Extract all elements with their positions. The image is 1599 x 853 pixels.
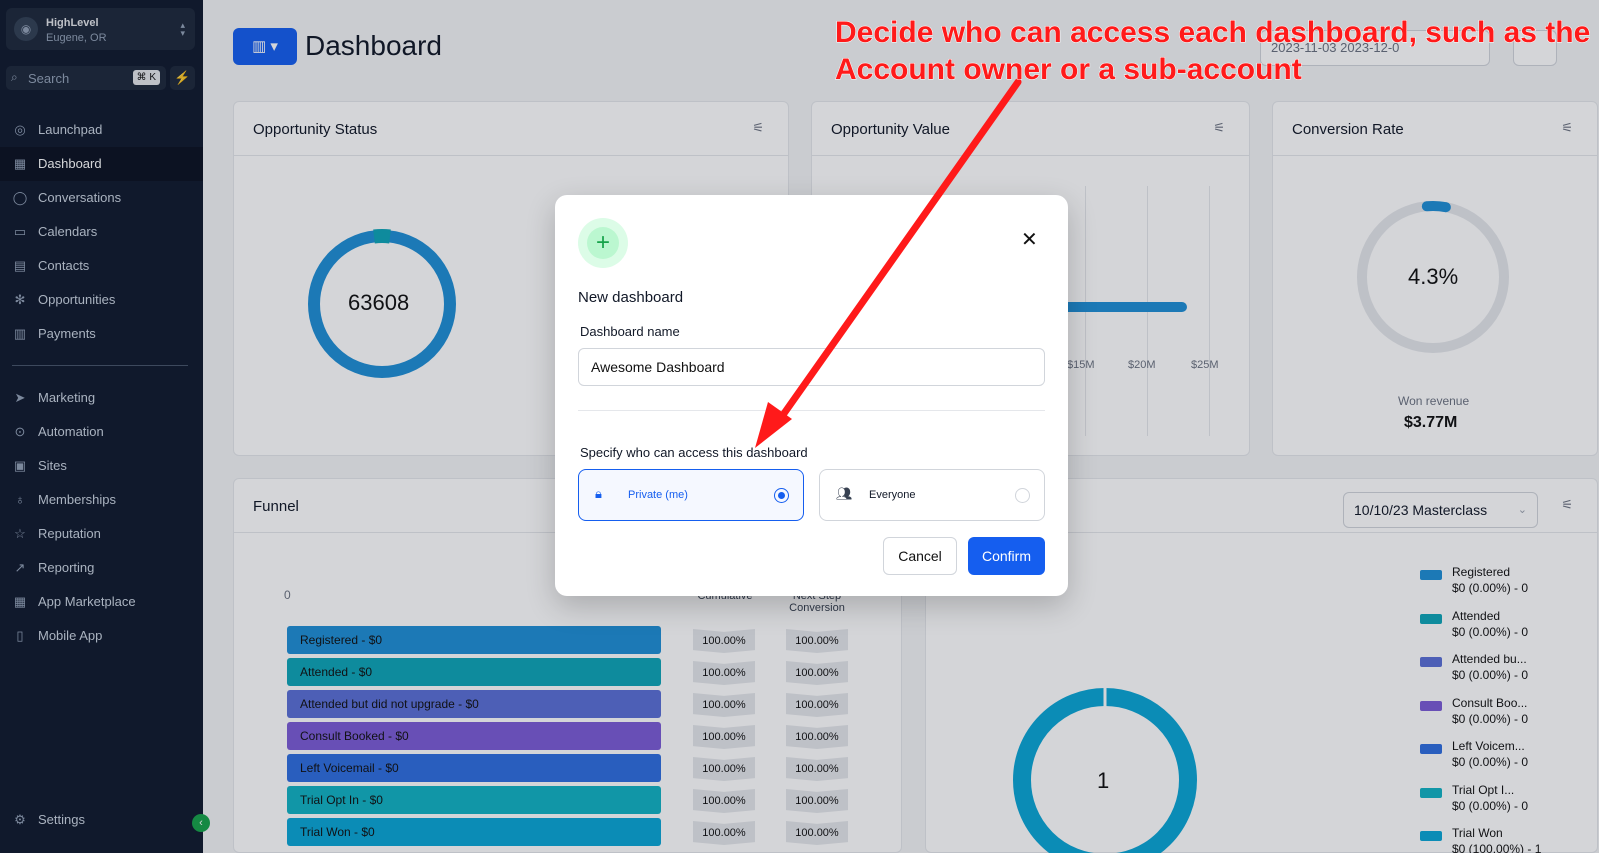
- close-icon[interactable]: ✕: [1021, 227, 1038, 252]
- radio-unselected[interactable]: [1015, 488, 1030, 503]
- users-icon: 👥︎: [836, 486, 853, 501]
- modal-title: New dashboard: [578, 289, 684, 306]
- dashboard-name-input[interactable]: Awesome Dashboard: [578, 348, 1045, 386]
- lock-icon: 🔒︎: [595, 486, 602, 501]
- access-option-label: Everyone: [869, 489, 916, 501]
- confirm-button[interactable]: Confirm: [968, 537, 1045, 575]
- cancel-button[interactable]: Cancel: [883, 537, 957, 575]
- access-label: Specify who can access this dashboard: [580, 445, 808, 460]
- new-dashboard-modal: + ✕ New dashboard Dashboard name Awesome…: [555, 195, 1068, 596]
- plus-icon: +: [578, 218, 628, 268]
- annotation-text: Decide who can access each dashboard, su…: [835, 16, 1591, 87]
- access-option-everyone[interactable]: 👥︎ Everyone: [819, 469, 1045, 521]
- access-option-label: Private (me): [628, 489, 688, 501]
- modal-divider: [578, 410, 1045, 411]
- access-option-private[interactable]: 🔒︎ Private (me): [578, 469, 804, 521]
- dashboard-name-label: Dashboard name: [580, 324, 680, 339]
- radio-selected[interactable]: [774, 488, 789, 503]
